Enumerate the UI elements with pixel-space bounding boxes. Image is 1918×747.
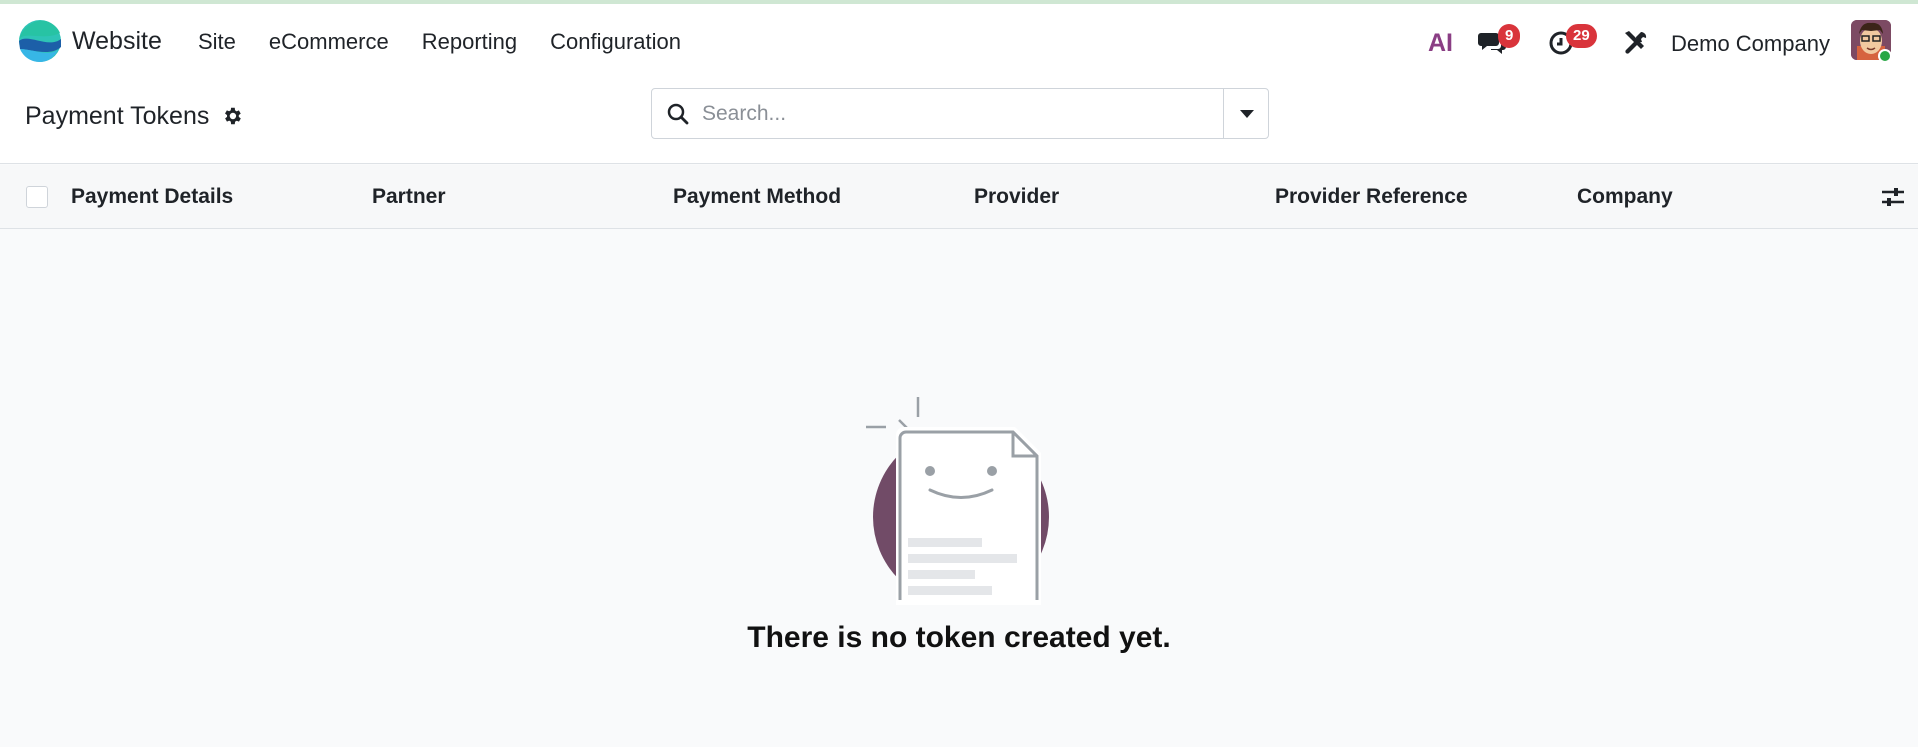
page-title: Payment Tokens	[25, 102, 210, 130]
activities-badge: 29	[1566, 24, 1597, 48]
chevron-down-icon	[1240, 110, 1254, 118]
search-icon	[667, 103, 689, 125]
company-switcher[interactable]: Demo Company	[1671, 31, 1830, 57]
online-status-dot	[1878, 49, 1892, 63]
svg-text:AI: AI	[1428, 29, 1453, 56]
select-all-checkbox[interactable]	[26, 186, 48, 208]
sliders-icon[interactable]	[1880, 185, 1906, 209]
menu-site[interactable]: Site	[198, 29, 236, 55]
column-payment-details[interactable]: Payment Details	[71, 185, 233, 209]
column-provider-reference[interactable]: Provider Reference	[1275, 185, 1468, 209]
menu-configuration[interactable]: Configuration	[550, 29, 681, 55]
search-box	[651, 88, 1269, 139]
ai-button[interactable]: AI	[1428, 28, 1458, 61]
app-name: Website	[72, 26, 162, 55]
control-panel: Payment Tokens	[0, 78, 1918, 164]
main-navbar: Website Site eCommerce Reporting Configu…	[0, 4, 1918, 78]
empty-state-title: There is no token created yet.	[747, 621, 1171, 654]
gear-icon[interactable]	[221, 105, 243, 127]
empty-document-illustration	[866, 397, 1049, 605]
empty-state: There is no token created yet.	[0, 229, 1918, 747]
column-payment-method[interactable]: Payment Method	[673, 185, 841, 209]
column-provider[interactable]: Provider	[974, 185, 1059, 209]
search-input[interactable]	[702, 90, 1202, 137]
top-menu: Site eCommerce Reporting Configuration	[198, 29, 714, 55]
website-app-icon	[19, 20, 61, 62]
app-brand[interactable]: Website	[18, 19, 162, 63]
tools-icon	[1625, 31, 1647, 54]
list-header: Payment Details Partner Payment Method P…	[0, 165, 1918, 229]
search-options-toggle[interactable]	[1223, 89, 1268, 138]
menu-ecommerce[interactable]: eCommerce	[269, 29, 389, 55]
column-company[interactable]: Company	[1577, 185, 1673, 209]
messages-badge: 9	[1498, 24, 1521, 48]
ai-icon: AI	[1428, 29, 1453, 57]
menu-reporting[interactable]: Reporting	[422, 29, 517, 55]
column-partner[interactable]: Partner	[372, 185, 446, 209]
debug-tools-button[interactable]	[1622, 29, 1650, 60]
